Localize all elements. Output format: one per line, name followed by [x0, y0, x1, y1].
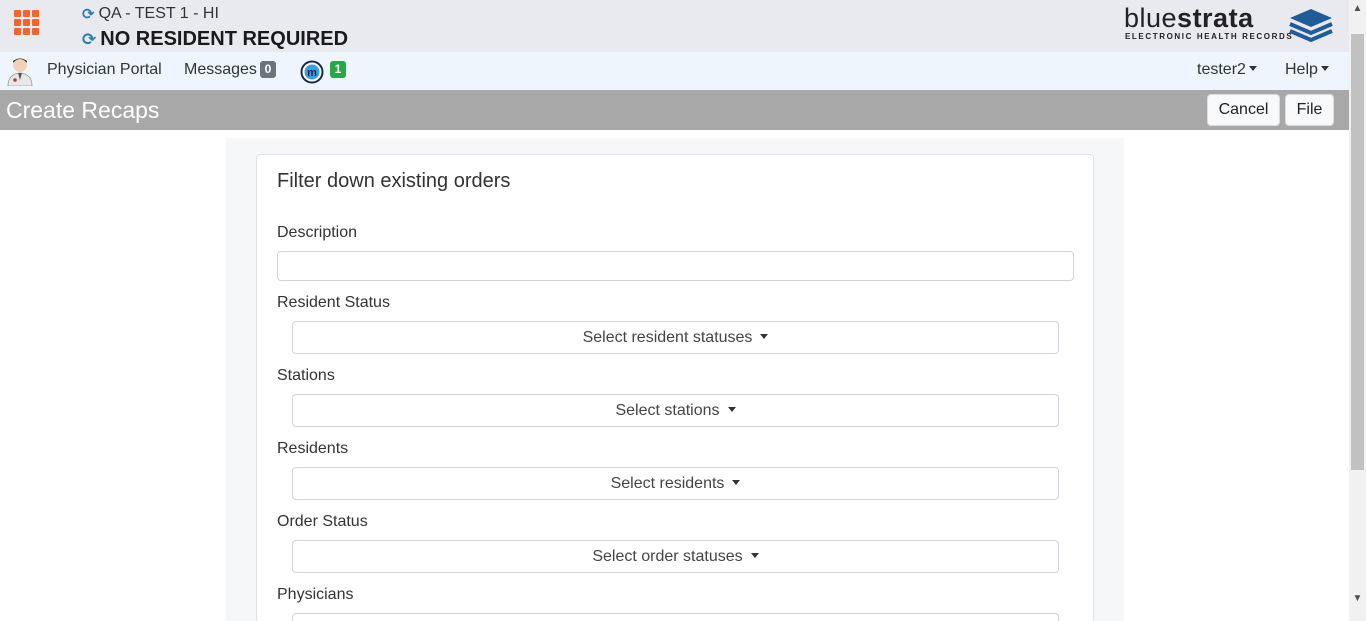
environment-text: QA - TEST 1 - HI	[98, 5, 219, 22]
logo-subtitle: ELECTRONIC HEALTH RECORDS	[1125, 32, 1294, 41]
logo-wordmark: bluestrata	[1124, 3, 1254, 33]
physicians-select[interactable]	[292, 613, 1059, 621]
page-title: Create Recaps	[6, 97, 160, 123]
description-input[interactable]	[277, 251, 1074, 281]
help-menu[interactable]: Help	[1285, 61, 1329, 79]
order-status-select[interactable]: Select order statuses	[292, 540, 1059, 573]
stations-label: Stations	[277, 367, 335, 384]
filter-card: Filter down existing orders Description …	[256, 154, 1094, 621]
stations-select[interactable]: Select stations	[292, 394, 1059, 427]
vertical-scrollbar[interactable]: ▲ ▼	[1349, 0, 1366, 621]
sync-icon: ⟳	[82, 6, 95, 23]
caret-down-icon	[750, 553, 759, 558]
residents-select-text: Select residents	[610, 475, 725, 492]
chevron-down-icon	[1320, 66, 1329, 71]
resident-label[interactable]: ⟳ NO RESIDENT REQUIRED	[82, 28, 348, 51]
app-header: ⟳ QA - TEST 1 - HI ⟳ NO RESIDENT REQUIRE…	[0, 0, 1349, 52]
scroll-down-arrow-icon[interactable]: ▼	[1352, 594, 1363, 604]
help-label: Help	[1285, 61, 1318, 78]
bluestrata-logo: bluestrata ELECTRONIC HEALTH RECORDS	[1124, 3, 1336, 47]
description-label: Description	[277, 224, 358, 241]
residents-label: Residents	[277, 440, 349, 457]
cancel-button[interactable]: Cancel	[1207, 94, 1280, 126]
environment-label[interactable]: ⟳ QA - TEST 1 - HI	[82, 5, 219, 23]
content-area: Filter down existing orders Description …	[226, 138, 1124, 621]
physicians-label: Physicians	[277, 586, 354, 603]
order-status-select-text: Select order statuses	[592, 548, 743, 565]
m-app-icon[interactable]: m	[300, 60, 324, 84]
caret-down-icon	[732, 480, 741, 485]
user-menu[interactable]: tester2	[1197, 61, 1257, 79]
app-grid-icon[interactable]	[14, 10, 40, 36]
logo-layers-icon	[1289, 9, 1333, 43]
chevron-down-icon	[1248, 66, 1257, 71]
order-status-label: Order Status	[277, 513, 368, 530]
filter-card-title: Filter down existing orders	[277, 170, 511, 192]
m-count-badge: 1	[330, 61, 346, 78]
messages-link[interactable]: Messages 0	[184, 61, 276, 79]
stations-select-text: Select stations	[615, 402, 720, 419]
scroll-up-arrow-icon[interactable]: ▲	[1352, 4, 1363, 14]
user-name: tester2	[1197, 61, 1246, 78]
messages-count-badge: 0	[259, 61, 276, 78]
residents-select[interactable]: Select residents	[292, 467, 1059, 500]
caret-down-icon	[760, 334, 769, 339]
file-button[interactable]: File	[1285, 94, 1334, 126]
page-title-bar: Create Recaps Cancel File	[0, 90, 1349, 130]
resident-status-select-text: Select resident statuses	[582, 329, 753, 346]
scroll-thumb[interactable]	[1351, 34, 1364, 470]
caret-down-icon	[727, 407, 736, 412]
resident-status-label: Resident Status	[277, 294, 390, 311]
sync-icon: ⟳	[82, 29, 97, 49]
resident-status-select[interactable]: Select resident statuses	[292, 321, 1059, 354]
messages-label: Messages	[184, 61, 257, 78]
nav-bar: Physician Portal Messages 0 m 1 tester2 H…	[0, 52, 1349, 90]
resident-text: NO RESIDENT REQUIRED	[100, 28, 349, 50]
physician-avatar-icon	[7, 58, 33, 86]
physician-portal-link[interactable]: Physician Portal	[47, 61, 162, 79]
svg-text:m: m	[307, 67, 317, 79]
